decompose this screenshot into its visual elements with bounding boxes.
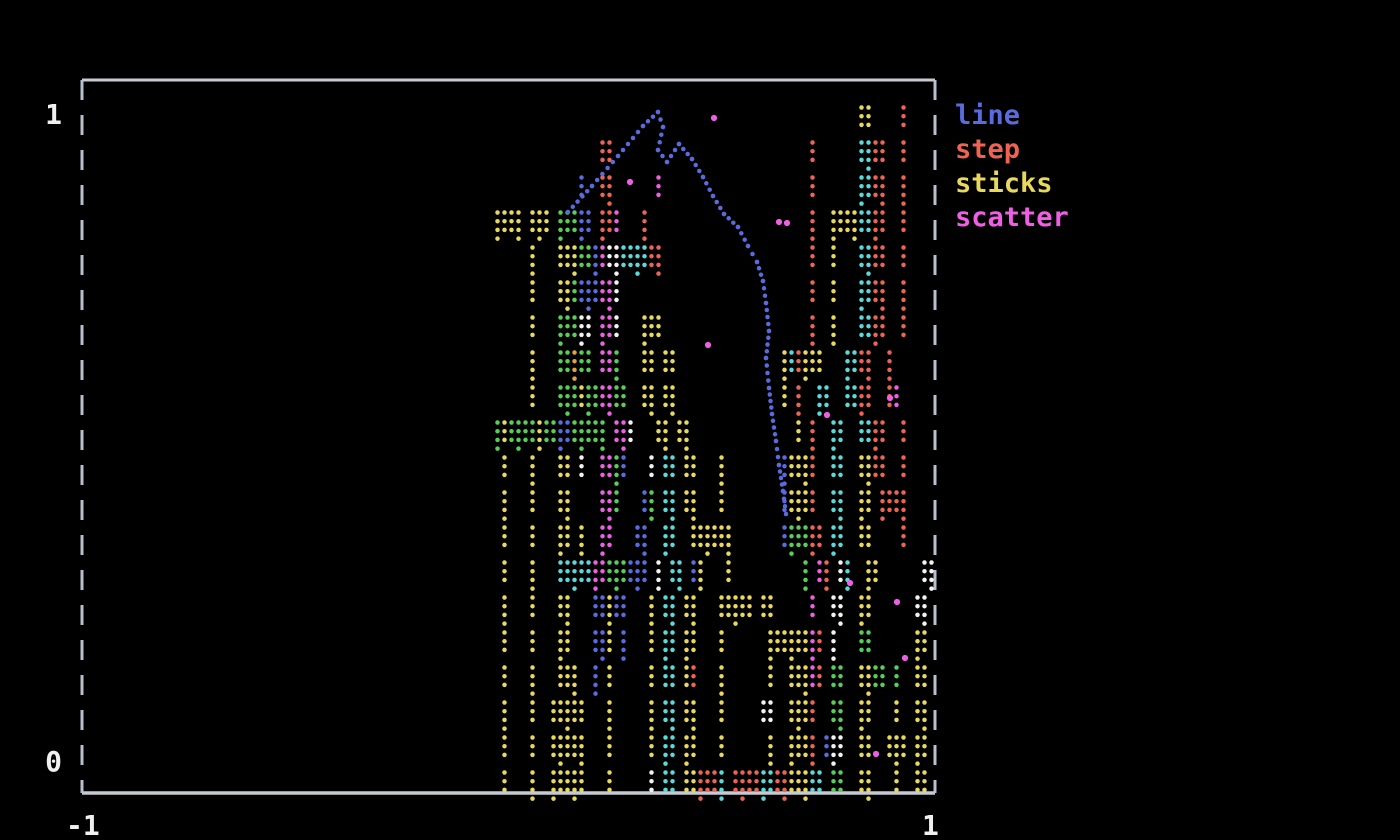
legend-item-step: step — [955, 133, 1069, 167]
legend-item-sticks: sticks — [955, 167, 1069, 201]
legend-item-line: line — [955, 99, 1069, 133]
plot-dots — [495, 105, 934, 801]
x-axis-tick-left: -1 — [66, 812, 100, 840]
y-axis-tick-bottom: 0 — [28, 748, 62, 776]
legend-item-scatter: scatter — [955, 201, 1069, 235]
y-axis-tick-top: 1 — [28, 101, 62, 129]
x-axis-tick-right: 1 — [922, 812, 939, 840]
legend: linestepsticksscatter — [955, 99, 1069, 235]
terminal-screen: 1 0 -1 1 linestepsticksscatter — [0, 0, 1400, 840]
plot-canvas — [0, 0, 1400, 840]
